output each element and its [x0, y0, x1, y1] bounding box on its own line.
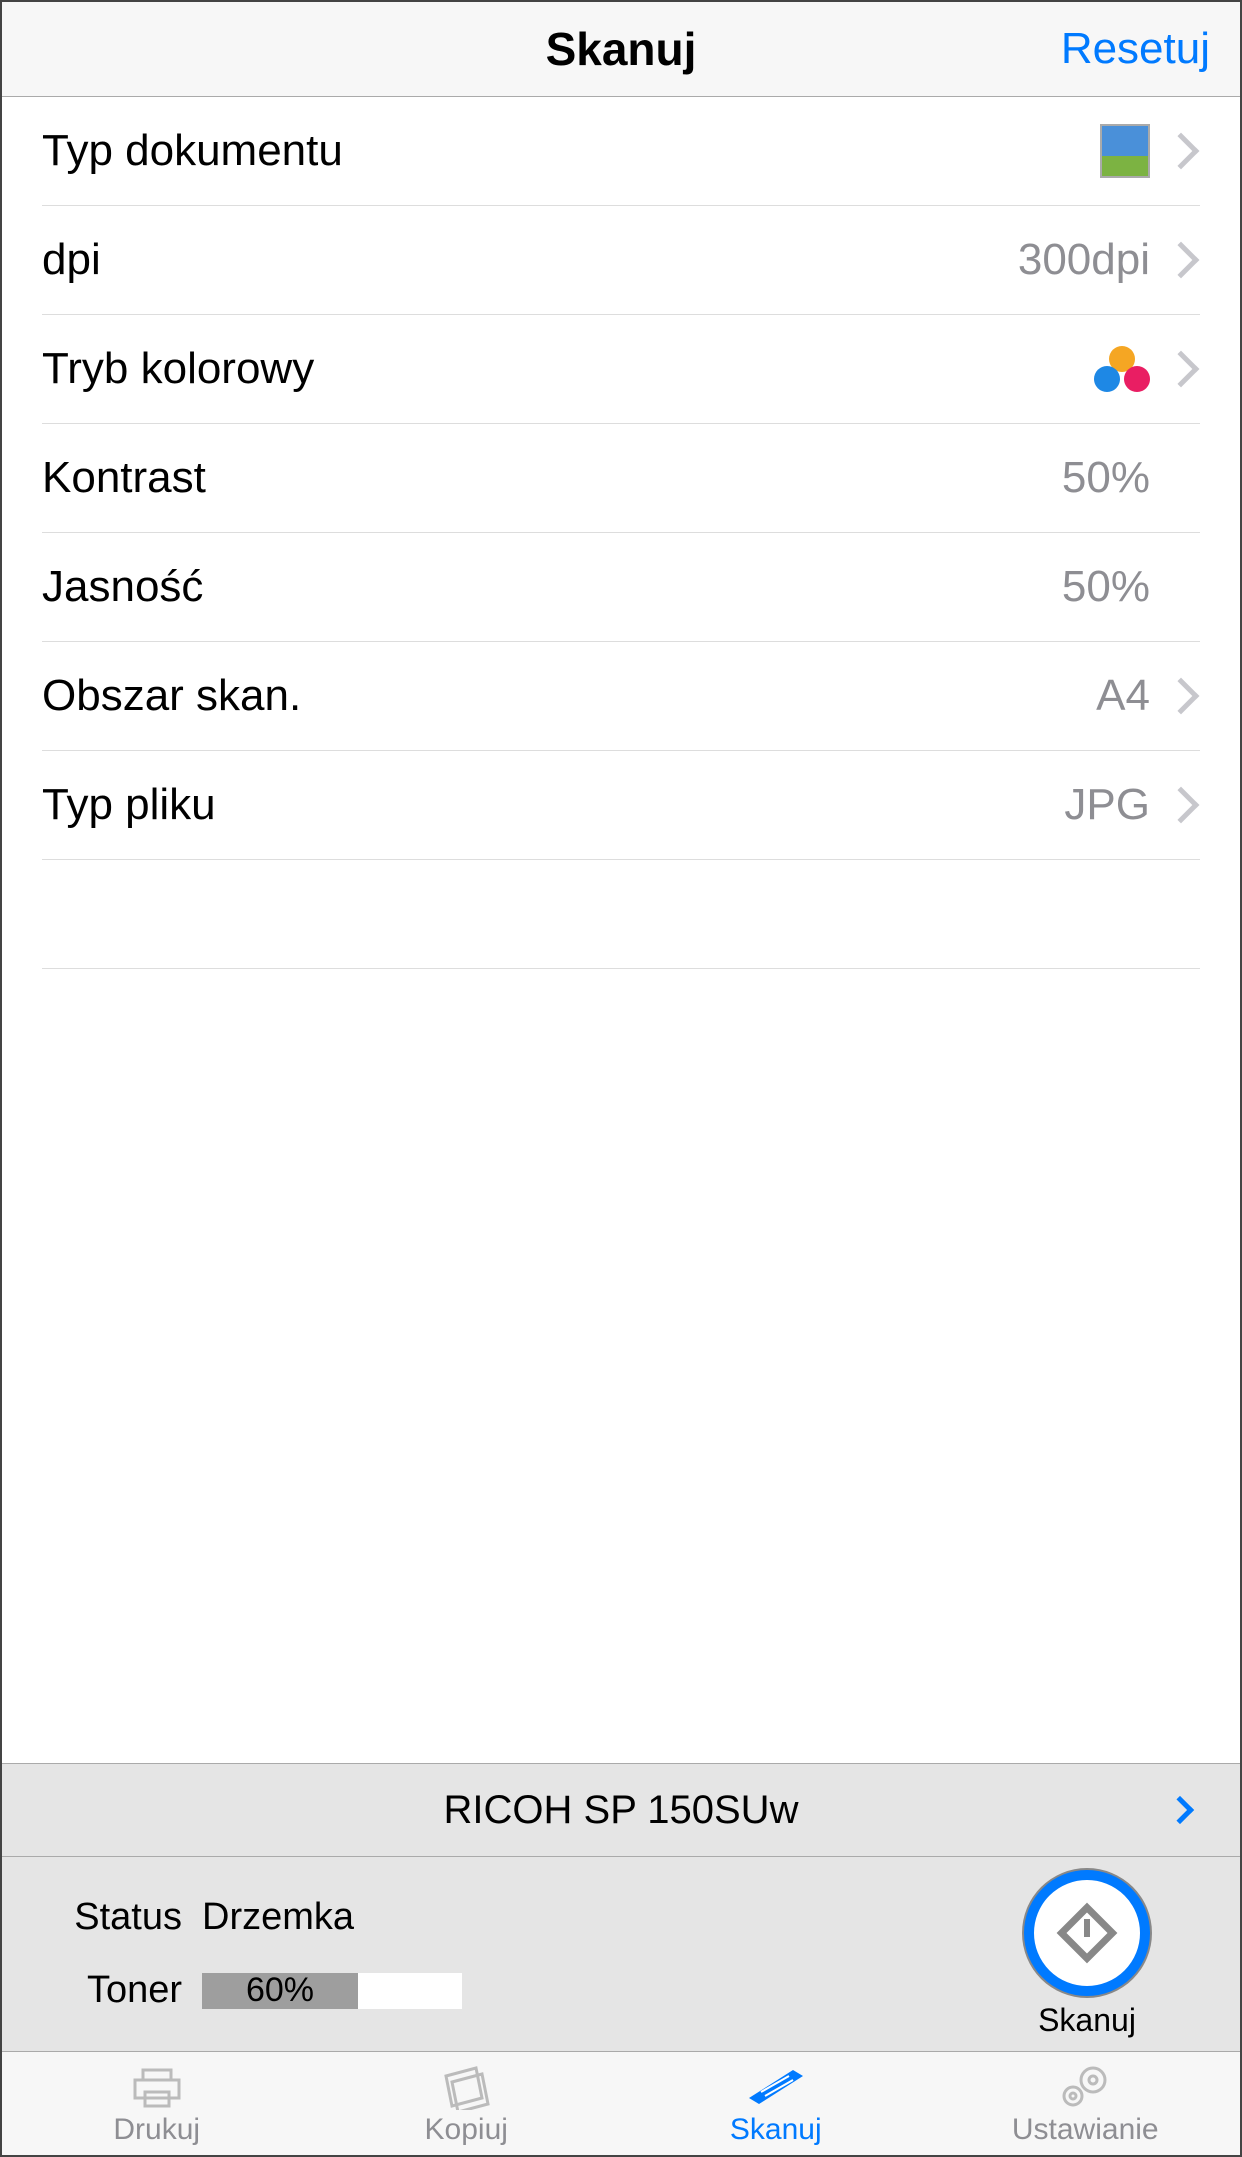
setting-label: Kontrast	[42, 453, 206, 503]
chevron-right-icon	[1163, 133, 1200, 170]
status-label: Status	[52, 1896, 182, 1939]
tab-label: Drukuj	[113, 2113, 200, 2147]
header: Skanuj Resetuj	[2, 2, 1240, 97]
page-title: Skanuj	[546, 22, 697, 76]
copy-icon	[436, 2061, 496, 2111]
tab-copy[interactable]: Kopiuj	[312, 2052, 622, 2155]
setting-label: Typ pliku	[42, 780, 216, 830]
toner-label: Toner	[52, 1969, 182, 2012]
setting-label: Tryb kolorowy	[42, 344, 314, 394]
setting-scan-area[interactable]: Obszar skan. A4	[42, 642, 1200, 751]
setting-brightness[interactable]: Jasność 50%	[42, 533, 1200, 642]
setting-value: 50%	[1062, 453, 1150, 503]
toner-bar: 60%	[202, 1973, 462, 2009]
chevron-right-icon	[1166, 1796, 1194, 1824]
status-value: Drzemka	[202, 1896, 354, 1939]
setting-label: Jasność	[42, 562, 203, 612]
photo-thumb-icon	[1100, 124, 1150, 178]
color-dots-icon	[1094, 346, 1150, 392]
setting-value: 50%	[1062, 562, 1150, 612]
setting-dpi[interactable]: dpi 300dpi	[42, 206, 1200, 315]
toner-fill: 60%	[202, 1973, 358, 2009]
chevron-right-icon	[1163, 787, 1200, 824]
setting-color-mode[interactable]: Tryb kolorowy	[42, 315, 1200, 424]
tab-label: Kopiuj	[425, 2113, 508, 2147]
setting-contrast[interactable]: Kontrast 50%	[42, 424, 1200, 533]
tab-scan[interactable]: Skanuj	[621, 2052, 931, 2155]
scan-icon	[743, 2061, 809, 2111]
gear-icon	[1053, 2061, 1117, 2111]
chevron-right-icon	[1163, 242, 1200, 279]
setting-value: JPG	[1064, 780, 1150, 830]
tabbar: Drukuj Kopiuj Skanuj	[2, 2051, 1240, 2155]
printer-name: RICOH SP 150SUw	[444, 1788, 799, 1833]
chevron-right-icon	[1163, 351, 1200, 388]
tab-print[interactable]: Drukuj	[2, 2052, 312, 2155]
setting-file-type[interactable]: Typ pliku JPG	[42, 751, 1200, 860]
reset-button[interactable]: Resetuj	[1061, 24, 1210, 74]
scan-action-button[interactable]	[1024, 1870, 1150, 1996]
tab-label: Ustawianie	[1012, 2113, 1159, 2147]
scan-button-label: Skanuj	[1038, 2002, 1136, 2039]
setting-label: Typ dokumentu	[42, 126, 343, 176]
tab-settings[interactable]: Ustawianie	[931, 2052, 1241, 2155]
setting-doc-type[interactable]: Typ dokumentu	[42, 97, 1200, 206]
setting-value: A4	[1096, 671, 1150, 721]
setting-value: 300dpi	[1018, 235, 1150, 285]
empty-row	[42, 860, 1200, 969]
printer-icon	[125, 2061, 189, 2111]
setting-label: Obszar skan.	[42, 671, 301, 721]
setting-label: dpi	[42, 235, 101, 285]
settings-list: Typ dokumentu dpi 300dpi Tryb kolorowy	[2, 97, 1240, 969]
status-area: Status Drzemka Toner 60% Skanuj	[2, 1857, 1240, 2051]
scan-diamond-icon	[1055, 1901, 1119, 1965]
tab-label: Skanuj	[730, 2113, 822, 2147]
chevron-right-icon	[1163, 678, 1200, 715]
printer-selector[interactable]: RICOH SP 150SUw	[2, 1763, 1240, 1857]
